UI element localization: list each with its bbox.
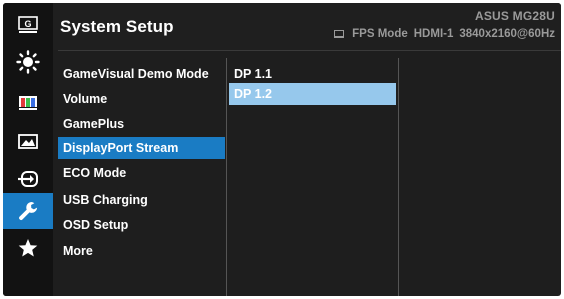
sub-item-dp-1-1[interactable]: DP 1.1 xyxy=(229,63,396,85)
menu-item-gameplus[interactable]: GamePlus xyxy=(58,113,225,135)
category-brightness[interactable] xyxy=(3,44,53,80)
status-mode: FPS Mode xyxy=(352,28,408,40)
category-input-select[interactable] xyxy=(3,161,53,197)
menu-divider-left xyxy=(226,58,227,296)
monitor-icon xyxy=(334,30,345,38)
color-icon xyxy=(19,96,37,110)
image-icon xyxy=(18,134,38,149)
category-gamevisual[interactable]: G xyxy=(3,7,53,43)
page-title: System Setup xyxy=(60,17,174,36)
svg-text:G: G xyxy=(24,19,31,29)
header-divider xyxy=(58,50,561,51)
category-icon-column: G xyxy=(3,3,53,296)
status-input: HDMI-1 xyxy=(413,28,454,40)
brightness-icon xyxy=(16,50,40,74)
category-system-setup[interactable] xyxy=(3,193,53,229)
favorite-star-icon xyxy=(18,239,38,257)
category-image[interactable] xyxy=(3,124,53,160)
category-color[interactable] xyxy=(3,85,53,121)
status-bar: FPS Mode HDMI-1 3840x2160@60Hz xyxy=(334,28,555,40)
menu-item-displayport-stream[interactable]: DisplayPort Stream xyxy=(58,137,225,159)
menu-item-eco-mode[interactable]: ECO Mode xyxy=(58,162,225,184)
system-setup-wrench-icon xyxy=(19,202,38,220)
monitor-model: ASUS MG28U xyxy=(474,9,555,23)
menu-item-volume[interactable]: Volume xyxy=(58,88,225,110)
sub-item-dp-1-2[interactable]: DP 1.2 xyxy=(229,83,396,105)
menu-item-more[interactable]: More xyxy=(58,240,225,262)
menu-divider-right xyxy=(398,58,399,296)
menu-item-gamevisual-demo-mode[interactable]: GameVisual Demo Mode xyxy=(58,63,225,85)
menu-item-usb-charging[interactable]: USB Charging xyxy=(58,189,225,211)
menu-item-osd-setup[interactable]: OSD Setup xyxy=(58,214,225,236)
status-resolution: 3840x2160@60Hz xyxy=(459,28,555,40)
gamevisual-icon: G xyxy=(18,16,38,33)
osd-header: System Setup ASUS MG28U FPS Mode HDMI-1 … xyxy=(53,3,561,50)
input-select-icon xyxy=(18,171,38,187)
osd-window: G System Setup ASUS MG28U FPS Mode HDMI-… xyxy=(3,3,561,296)
category-favorite[interactable] xyxy=(3,230,53,266)
